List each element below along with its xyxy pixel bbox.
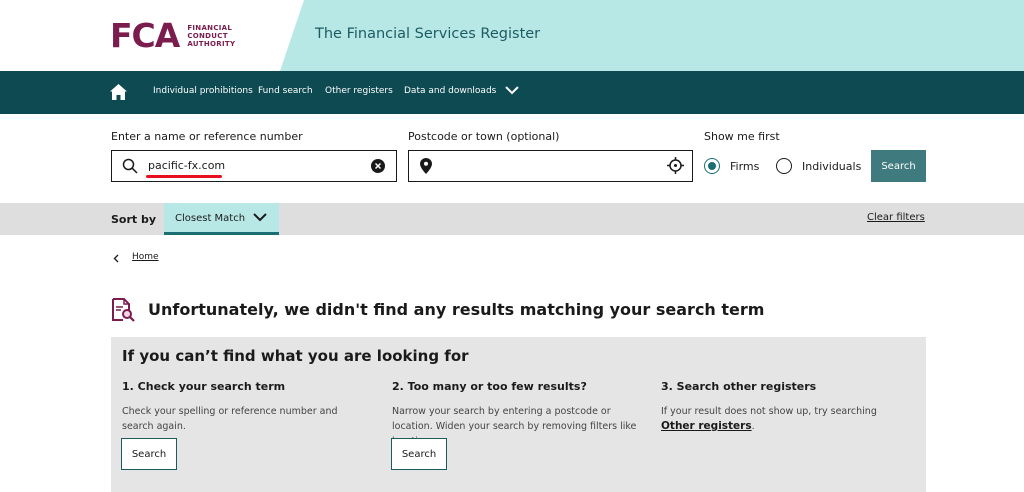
nav-item-individual-prohibitions[interactable]: Individual prohibitions xyxy=(153,86,253,96)
nav-item-label: Data and downloads xyxy=(404,86,497,96)
firms-radio-label[interactable]: Firms xyxy=(730,160,759,173)
sort-label: Sort by xyxy=(111,213,157,226)
help-column-text: If your result does not show up, try sea… xyxy=(661,404,911,434)
site-title[interactable]: The Financial Services Register xyxy=(315,26,540,42)
help-column-other-registers: 3. Search other registers If your result… xyxy=(661,380,911,434)
check-term-search-button[interactable]: Search xyxy=(121,438,177,470)
sort-select[interactable]: Closest Match xyxy=(164,203,279,235)
too-many-results-search-button[interactable]: Search xyxy=(391,438,447,470)
logo-text: FINANCIAL CONDUCT AUTHORITY xyxy=(187,24,235,48)
firms-radio[interactable] xyxy=(704,158,720,174)
help-column-heading: 1. Check your search term xyxy=(122,380,286,393)
breadcrumb: Home xyxy=(113,252,159,263)
location-pin-icon xyxy=(420,158,432,174)
chevron-down-icon xyxy=(505,86,519,95)
main-nav: Individual prohibitions Fund search Othe… xyxy=(0,71,1024,114)
nav-item-fund-search[interactable]: Fund search xyxy=(258,86,313,96)
individuals-radio-label[interactable]: Individuals xyxy=(802,160,861,173)
home-icon[interactable] xyxy=(110,84,127,100)
help-column-text: Check your spelling or reference number … xyxy=(122,406,338,432)
sort-selected-value: Closest Match xyxy=(175,213,246,224)
no-results-message: Unfortunately, we didn't find any result… xyxy=(148,300,765,319)
logo-text-line: AUTHORITY xyxy=(187,40,236,48)
search-icon xyxy=(122,158,138,174)
name-search-input[interactable]: pacific-fx.com xyxy=(111,150,397,182)
postcode-field-label: Postcode or town (optional) xyxy=(408,130,560,143)
name-search-value: pacific-fx.com xyxy=(148,159,226,172)
fca-logo[interactable]: FCA FINANCIAL CONDUCT AUTHORITY xyxy=(110,19,235,53)
help-title: If you can’t find what you are looking f… xyxy=(122,347,469,365)
help-column-heading: 2. Too many or too few results? xyxy=(392,380,587,393)
name-field-label: Enter a name or reference number xyxy=(111,130,303,143)
other-registers-link[interactable]: Other registers xyxy=(661,420,752,432)
clear-icon[interactable] xyxy=(371,159,385,173)
logo-text-line: CONDUCT xyxy=(187,32,228,40)
document-search-icon xyxy=(112,298,135,322)
help-text-fragment: . xyxy=(751,421,755,432)
postcode-input[interactable] xyxy=(408,150,693,182)
logo-mark: FCA xyxy=(110,16,180,55)
search-button[interactable]: Search xyxy=(871,150,926,182)
nav-item-other-registers[interactable]: Other registers xyxy=(325,86,393,96)
help-column-heading: 3. Search other registers xyxy=(661,380,817,393)
help-column-check-term: 1. Check your search term Check your spe… xyxy=(122,380,372,434)
clear-filters-link[interactable]: Clear filters xyxy=(867,212,925,223)
help-panel: If you can’t find what you are looking f… xyxy=(111,337,926,492)
chevron-left-icon xyxy=(113,254,119,263)
text-highlight-underline xyxy=(146,175,222,178)
nav-item-data-and-downloads[interactable]: Data and downloads xyxy=(404,86,519,96)
show-first-label: Show me first xyxy=(704,130,780,143)
chevron-down-icon xyxy=(253,213,267,222)
help-text-fragment: If your result does not show up, try sea… xyxy=(661,406,877,417)
crosshair-locate-icon[interactable] xyxy=(667,157,684,174)
logo-text-line: FINANCIAL xyxy=(187,24,233,32)
site-header: FCA FINANCIAL CONDUCT AUTHORITY The Fina… xyxy=(0,0,1024,71)
individuals-radio[interactable] xyxy=(776,158,792,174)
breadcrumb-home-link[interactable]: Home xyxy=(132,252,159,262)
